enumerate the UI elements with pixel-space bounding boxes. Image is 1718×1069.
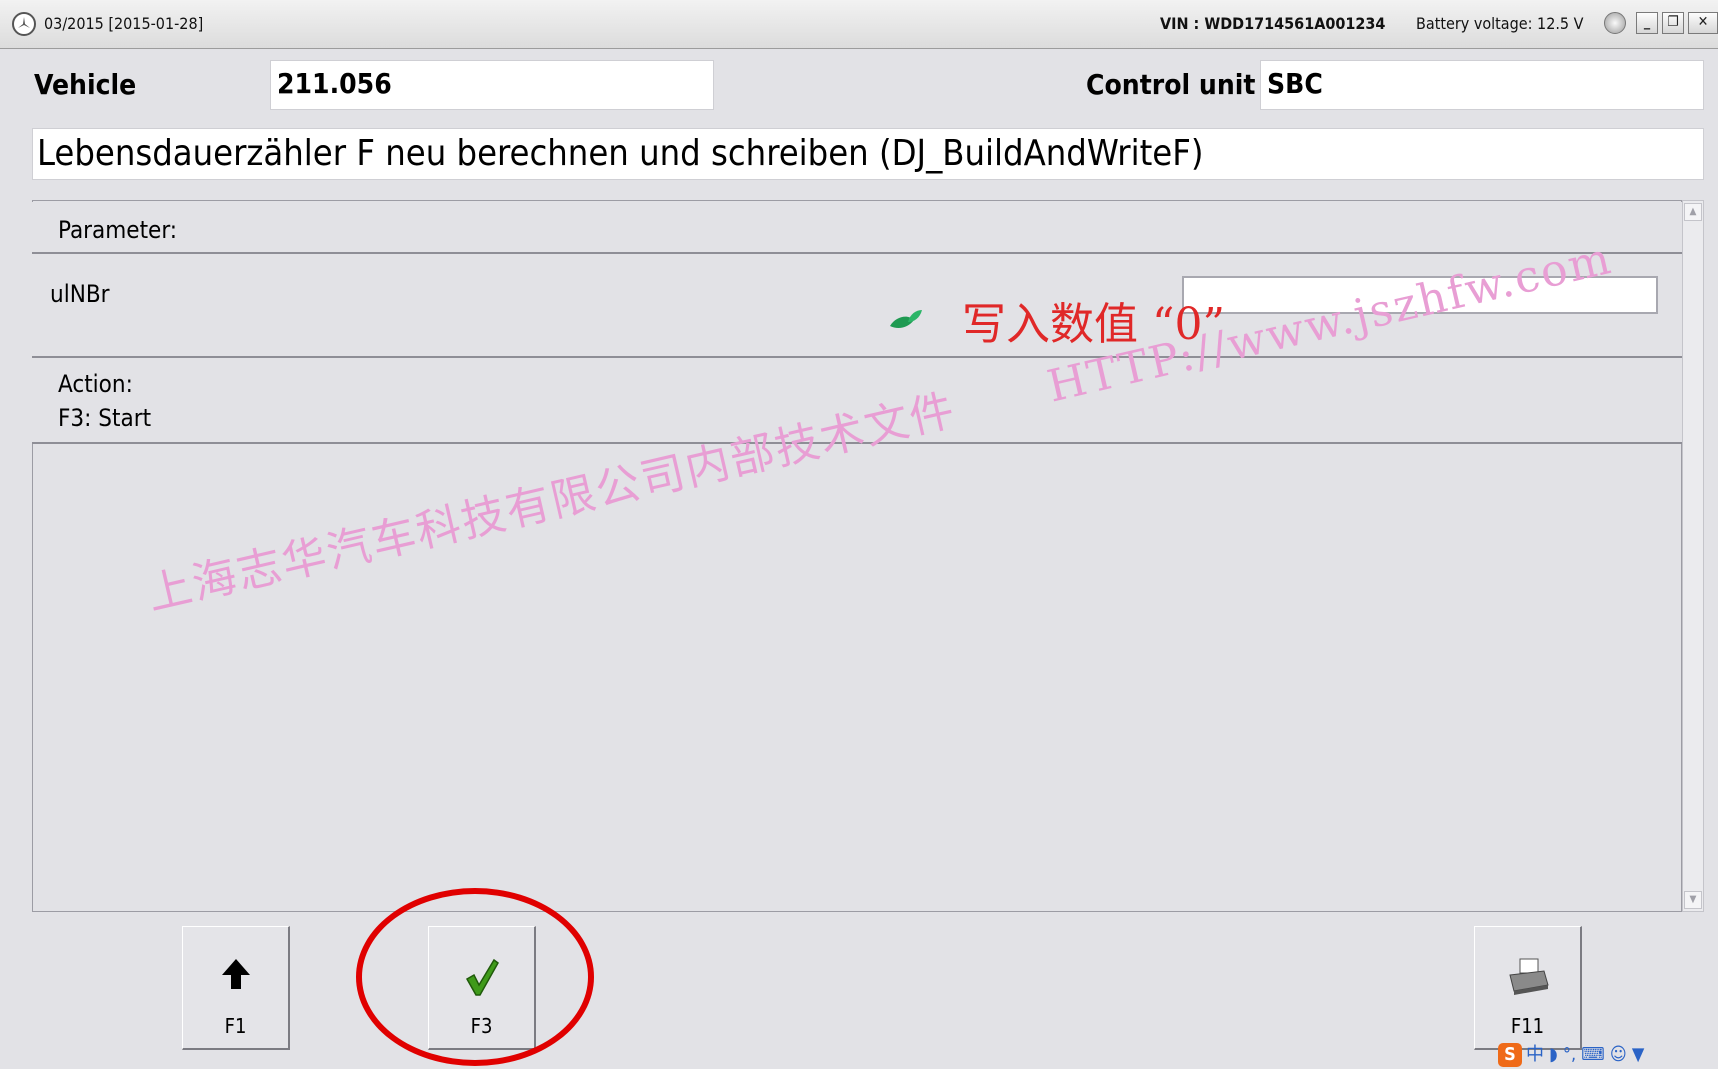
minimize-button[interactable]: _ bbox=[1636, 12, 1658, 34]
restore-button[interactable]: ❐ bbox=[1662, 12, 1684, 34]
f11-label: F11 bbox=[1510, 1014, 1545, 1038]
ime-toolbar[interactable]: S中 ◗ °, ⌨ ☺ ▼ bbox=[1498, 1040, 1718, 1069]
action-heading: Action: bbox=[58, 370, 133, 398]
control-unit-field: SBC bbox=[1260, 60, 1704, 110]
vehicle-field: 211.056 bbox=[270, 60, 714, 110]
moon-icon[interactable]: ◗ bbox=[1549, 1044, 1558, 1065]
title-bar: 03/2015 [2015-01-28] VIN : WDD1714561A00… bbox=[0, 0, 1718, 49]
battery-voltage: Battery voltage: 12.5 V bbox=[1416, 14, 1584, 33]
f1-button[interactable]: F1 bbox=[182, 926, 290, 1050]
keyboard-icon[interactable]: ⌨ bbox=[1581, 1044, 1604, 1065]
arrow-up-icon bbox=[183, 957, 288, 995]
close-button[interactable]: ✕ bbox=[1688, 12, 1718, 34]
parameter-name: ulNBr bbox=[50, 280, 110, 308]
software-date: 03/2015 [2015-01-28] bbox=[44, 14, 204, 33]
leaf-icon bbox=[888, 306, 924, 336]
ime-language[interactable]: 中 bbox=[1526, 1044, 1544, 1065]
printer-icon bbox=[1475, 957, 1580, 1001]
scroll-down-icon[interactable]: ▼ bbox=[1684, 891, 1702, 909]
action-text: F3: Start bbox=[58, 404, 152, 432]
f1-label: F1 bbox=[224, 1014, 247, 1038]
sogou-logo-icon: S bbox=[1498, 1043, 1522, 1067]
mercedes-star-icon bbox=[12, 12, 36, 36]
battery-status-icon bbox=[1604, 12, 1626, 34]
vertical-scrollbar[interactable]: ▲ ▼ bbox=[1682, 200, 1704, 912]
highlight-circle bbox=[356, 888, 594, 1066]
function-title: Lebensdauerzähler F neu berechnen und sc… bbox=[32, 128, 1704, 180]
parameter-heading: Parameter: bbox=[58, 216, 178, 244]
control-unit-label: Control unit bbox=[1086, 68, 1256, 101]
scroll-up-icon[interactable]: ▲ bbox=[1684, 203, 1702, 221]
f11-button[interactable]: F11 bbox=[1474, 926, 1582, 1050]
shirt-icon[interactable]: ▼ bbox=[1632, 1044, 1644, 1065]
vehicle-label: Vehicle bbox=[34, 68, 137, 101]
user-icon[interactable]: ☺ bbox=[1610, 1044, 1627, 1065]
vin-label: VIN : WDD1714561A001234 bbox=[1160, 14, 1386, 33]
punctuation-icon[interactable]: °, bbox=[1563, 1044, 1576, 1065]
parameter-section: Parameter: bbox=[32, 202, 1682, 254]
